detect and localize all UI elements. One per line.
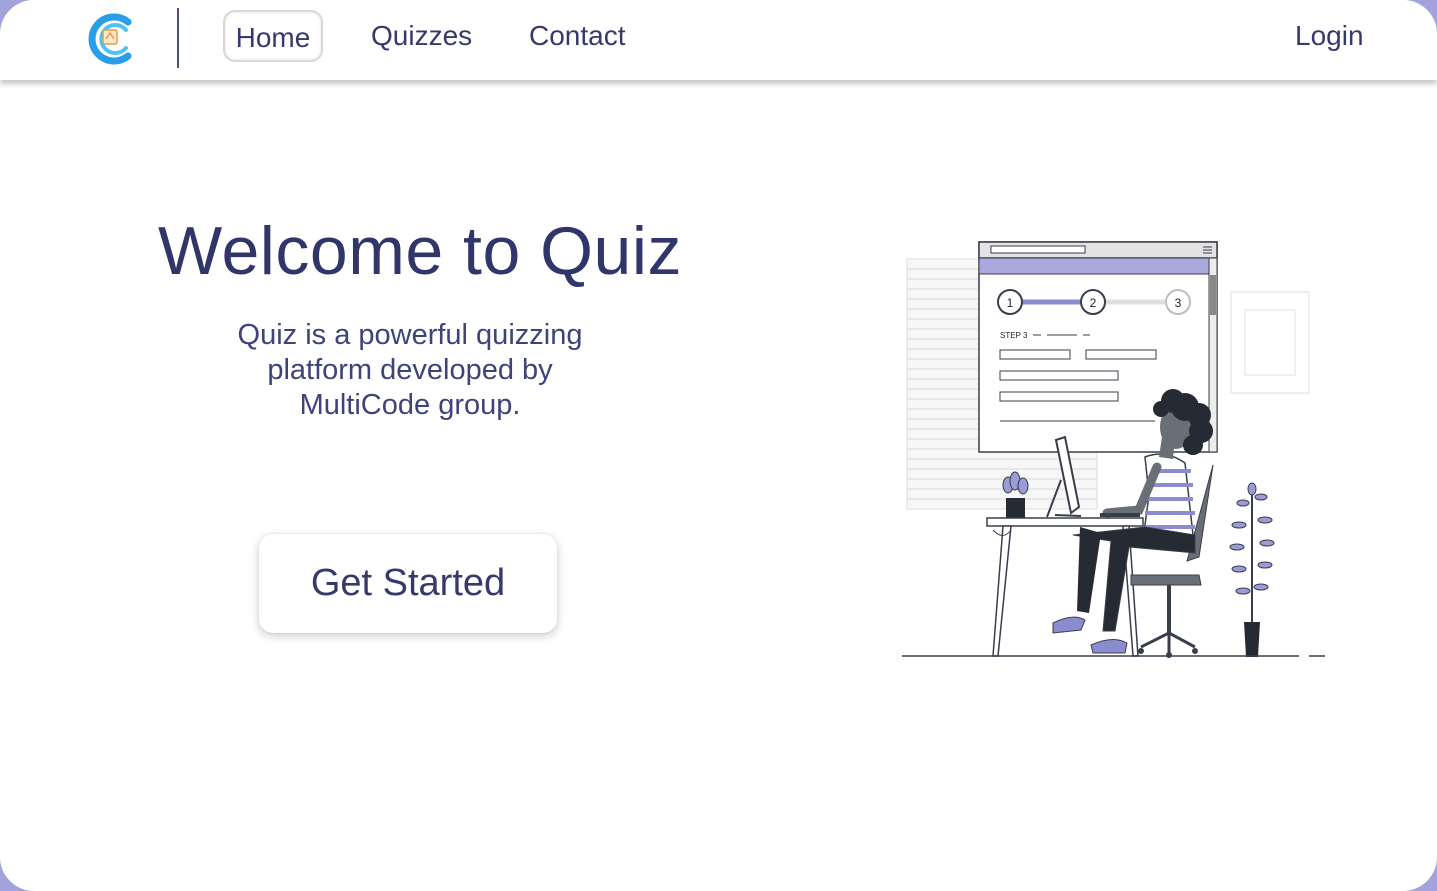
hero-subtitle: Quiz is a powerful quizzing platform dev…	[237, 319, 583, 421]
nav-home-link[interactable]: Home	[223, 10, 323, 62]
quiz-logo-icon[interactable]	[84, 8, 138, 68]
nav-contact-link[interactable]: Contact	[529, 10, 626, 62]
hero-title: Welcome to Quiz	[158, 213, 682, 289]
nav-divider	[177, 8, 179, 68]
navbar: Home Quizzes Contact Login	[0, 0, 1437, 80]
step-1-label: 1	[1007, 296, 1014, 310]
nav-login-link[interactable]: Login	[1295, 10, 1364, 62]
woman-at-computer-illustration: 1 2 3 STEP 3	[902, 241, 1325, 658]
step-2-label: 2	[1090, 296, 1097, 310]
nav-quizzes-link[interactable]: Quizzes	[371, 10, 472, 62]
get-started-button[interactable]: Get Started	[259, 534, 557, 633]
step-3-label: 3	[1175, 296, 1182, 310]
page: Home Quizzes Contact Login Welcome to Qu…	[0, 0, 1437, 891]
step-heading: STEP 3	[1000, 331, 1028, 340]
